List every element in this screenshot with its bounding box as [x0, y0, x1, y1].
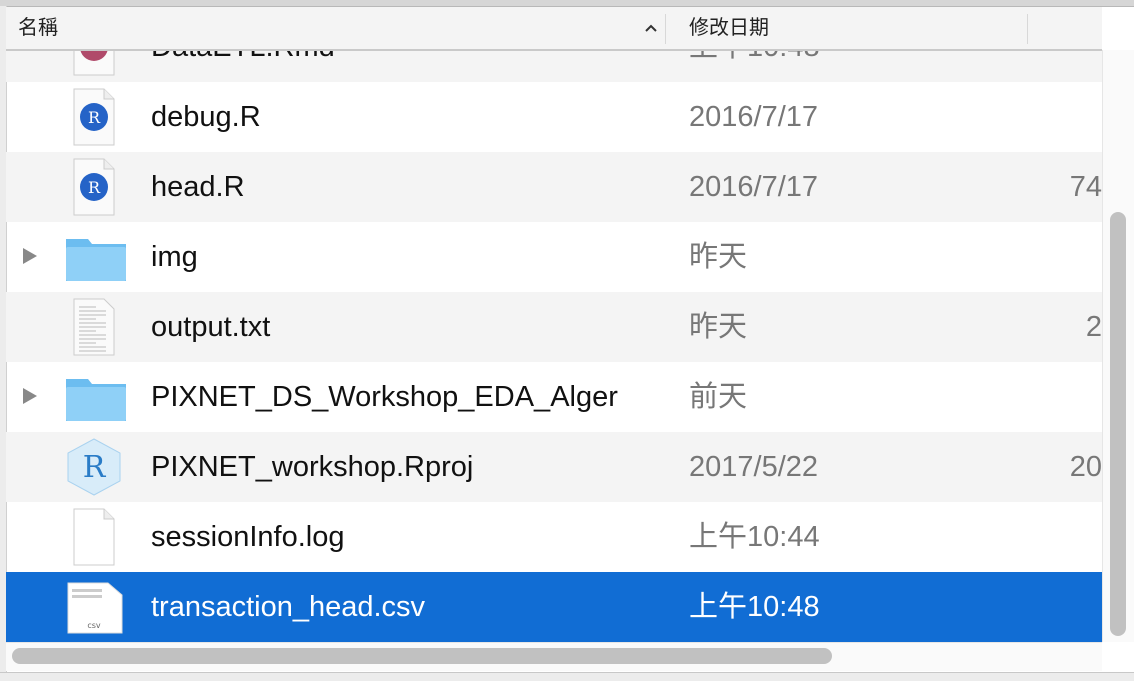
rmd-file-icon — [64, 50, 124, 77]
file-name: PIXNET_workshop.Rproj — [151, 451, 474, 483]
file-list: DataETL.Rmd上午10:48Rdebug.R2016/7/17Rhead… — [6, 50, 1102, 642]
file-row[interactable]: sessionInfo.log 上午10:44 — [6, 502, 1102, 572]
window-top-edge — [0, 0, 1134, 7]
file-name: sessionInfo.log — [151, 521, 345, 553]
text-file-icon — [64, 297, 124, 357]
file-name: head.R — [151, 171, 245, 203]
file-date: 2016/7/17 — [689, 171, 819, 203]
file-date: 上午10:44 — [689, 521, 820, 553]
file-row[interactable]: DataETL.Rmd 上午10:48 — [6, 50, 1102, 82]
file-date: 昨天 — [689, 311, 748, 343]
column-date-label: 修改日期 — [689, 17, 769, 39]
file-name: transaction_head.csv — [151, 591, 426, 623]
blank-file-icon — [64, 507, 124, 567]
file-row[interactable]: Rdebug.R 2016/7/17 — [6, 82, 1102, 152]
file-row[interactable]: output.txt 昨天 2 — [6, 292, 1102, 362]
disclosure-triangle-icon[interactable] — [23, 388, 37, 404]
column-header-name[interactable]: 名稱 — [18, 7, 658, 49]
file-name: debug.R — [151, 101, 261, 133]
vertical-scrollbar-thumb[interactable] — [1110, 212, 1126, 636]
svg-text:R: R — [88, 108, 101, 127]
folder-icon — [64, 227, 126, 287]
finder-list-view: 名稱 修改日期 DataETL.Rmd 上午10:48 Rdebug.R 2016/7… — [0, 0, 1134, 681]
file-row[interactable]: Rhead.R 2016/7/17 74 — [6, 152, 1102, 222]
file-size: 20 — [1069, 451, 1102, 483]
file-row[interactable]: R PIXNET_workshop.Rproj 2017/5/22 20 — [6, 432, 1102, 502]
file-name: img — [151, 241, 198, 273]
svg-text:csv: csv — [87, 621, 101, 630]
file-date: 昨天 — [689, 241, 748, 273]
file-date: 2016/7/17 — [689, 101, 819, 133]
r-file-icon: R — [64, 157, 124, 217]
chevron-up-icon — [645, 24, 657, 32]
file-name: output.txt — [151, 311, 271, 343]
r-file-icon: R — [64, 87, 124, 147]
column-header-date[interactable]: 修改日期 — [689, 7, 1019, 49]
column-name-label: 名稱 — [18, 17, 58, 39]
file-row[interactable]: csv transaction_head.csv 上午10:48 — [6, 572, 1102, 642]
svg-text:R: R — [88, 178, 101, 197]
file-date: 上午10:48 — [689, 591, 820, 623]
file-row[interactable]: img 昨天 — [6, 222, 1102, 292]
file-row[interactable]: PIXNET_DS_Workshop_EDA_Alger 前天 — [6, 362, 1102, 432]
rproj-file-icon: R — [64, 437, 124, 497]
disclosure-triangle-icon[interactable] — [23, 248, 37, 264]
file-date: 2017/5/22 — [689, 451, 819, 483]
folder-icon — [64, 367, 126, 427]
csv-file-icon: csv — [64, 577, 124, 637]
horizontal-scrollbar-thumb[interactable] — [12, 648, 832, 664]
column-header: 名稱 修改日期 — [6, 7, 1102, 51]
svg-text:R: R — [83, 450, 107, 485]
file-date: 前天 — [689, 381, 748, 413]
column-divider[interactable] — [665, 14, 666, 44]
file-size: 2 — [1085, 311, 1102, 343]
column-divider[interactable] — [1027, 14, 1028, 44]
file-name: DataETL.Rmd — [151, 50, 335, 82]
file-size: 74 — [1069, 171, 1102, 203]
file-name: PIXNET_DS_Workshop_EDA_Alger — [151, 381, 618, 413]
file-date: 上午10:48 — [689, 50, 820, 82]
